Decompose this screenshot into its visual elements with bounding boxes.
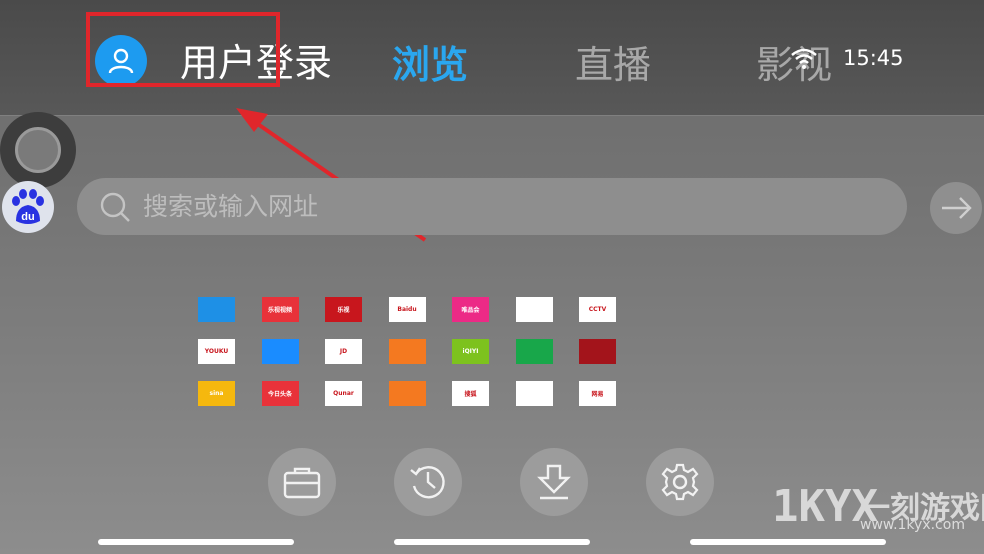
site-tile-12[interactable]: iQIYI (452, 339, 489, 364)
baidu-du-icon[interactable]: du (2, 181, 54, 233)
arrow-right-icon (942, 197, 972, 219)
download-icon (537, 464, 571, 500)
site-tile-19[interactable]: 搜狐 (452, 381, 489, 406)
watermark-url: www.1kyx.com (860, 517, 965, 533)
site-tile-16[interactable]: 今日头条 (261, 381, 299, 406)
site-tile-9[interactable] (261, 339, 299, 364)
site-tile-11[interactable] (388, 339, 426, 364)
downloads-button[interactable] (520, 448, 588, 516)
go-button[interactable] (930, 182, 982, 234)
site-tile-4[interactable]: Baidu (388, 297, 426, 322)
nav-pill[interactable] (98, 539, 294, 545)
site-tile-1[interactable] (198, 297, 235, 322)
site-tile-13[interactable] (515, 339, 553, 364)
site-tile-14[interactable] (579, 339, 616, 364)
folder-icon (283, 467, 321, 499)
wifi-icon (791, 48, 817, 69)
top-bar: 用户登录 浏览 直播 影视 15:45 (0, 0, 984, 116)
site-tile-8[interactable]: YOUKU (198, 339, 235, 364)
site-tile-10[interactable]: JD (325, 339, 362, 364)
site-tile-20[interactable] (515, 381, 553, 406)
quick-sites-grid: 乐视视频 乐视 Baidu 唯品会 CCTV YOUKU JD iQIYI sina 今日头条 Qu… (198, 297, 618, 406)
login-highlight-box (86, 12, 280, 87)
search-icon (100, 192, 130, 222)
nav-pill[interactable] (690, 539, 886, 545)
search-input[interactable] (141, 191, 907, 222)
site-tile-21[interactable]: 网易 (579, 381, 616, 406)
site-tile-17[interactable]: Qunar (325, 381, 362, 406)
nav-pill[interactable] (394, 539, 590, 545)
site-tile-3[interactable]: 乐视 (325, 297, 362, 322)
search-bar[interactable] (77, 178, 907, 235)
floating-ball-inner (15, 127, 61, 173)
site-tile-15[interactable]: sina (198, 381, 235, 406)
site-tile-2[interactable]: 乐视视频 (261, 297, 299, 322)
floating-ball-button[interactable] (0, 112, 76, 188)
site-tile-5[interactable]: 唯品会 (452, 297, 489, 322)
gear-icon (661, 463, 699, 501)
history-button[interactable] (394, 448, 462, 516)
site-tile-7[interactable]: CCTV (579, 297, 616, 322)
tab-browse[interactable]: 浏览 (392, 34, 468, 89)
settings-button[interactable] (646, 448, 714, 516)
site-tile-6[interactable] (515, 297, 553, 322)
tab-live[interactable]: 直播 (575, 34, 651, 89)
site-tile-18[interactable] (388, 381, 426, 406)
history-icon (410, 466, 445, 499)
status-clock: 15:45 (843, 46, 904, 70)
svg-text:du: du (21, 211, 34, 223)
bookmarks-button[interactable] (268, 448, 336, 516)
